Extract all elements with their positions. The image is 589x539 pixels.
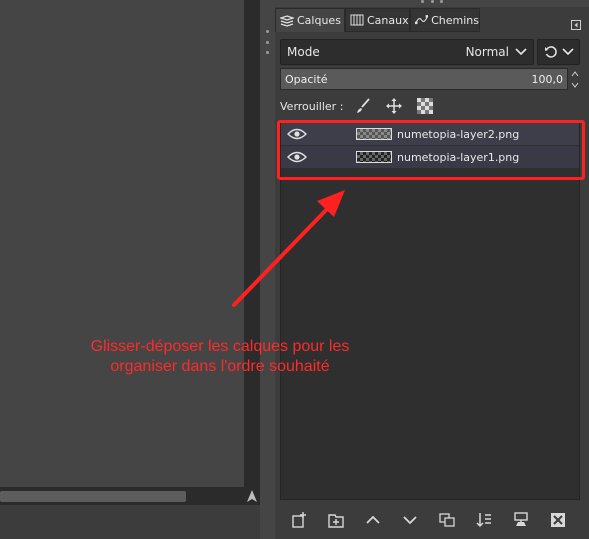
- dock-menu-icon[interactable]: [571, 15, 581, 34]
- lock-pixels-icon[interactable]: [353, 96, 373, 116]
- lock-alpha-icon[interactable]: [415, 96, 435, 116]
- lower-layer-icon[interactable]: [397, 507, 423, 533]
- raise-layer-icon[interactable]: [360, 507, 386, 533]
- reset-icon: [544, 46, 557, 58]
- channels-icon: [350, 14, 364, 26]
- mode-label: Mode: [287, 45, 320, 59]
- layer-name[interactable]: numetopia-layer1.png: [397, 151, 519, 164]
- image-canvas[interactable]: [0, 0, 244, 487]
- dock-tabs: Calques Canaux Chemins: [275, 7, 589, 33]
- lock-label: Verrouiller :: [280, 99, 344, 113]
- spin-up-icon[interactable]: [571, 70, 579, 77]
- layers-list[interactable]: numetopia-layer2.png numetopia-layer1.pn…: [280, 120, 580, 500]
- canvas-vertical-scrollbar[interactable]: [244, 0, 260, 487]
- lock-position-icon[interactable]: [384, 96, 404, 116]
- layer-thumbnail: [356, 128, 392, 140]
- layers-toolbar: [275, 505, 589, 535]
- chevron-down-icon: [515, 48, 527, 56]
- eye-icon[interactable]: [286, 149, 308, 165]
- merge-down-icon[interactable]: [471, 507, 497, 533]
- canvas-horizontal-scrollbar[interactable]: [0, 487, 244, 505]
- layer-thumbnail: [356, 151, 392, 163]
- layer-name[interactable]: numetopia-layer2.png: [397, 128, 519, 141]
- annotation-line-1: Glisser-déposer les calques pour les: [90, 338, 350, 355]
- tab-canaux[interactable]: Canaux: [345, 8, 410, 32]
- eye-icon[interactable]: [286, 126, 308, 142]
- opacity-spinner[interactable]: [570, 68, 580, 90]
- navigate-icon[interactable]: [244, 487, 260, 505]
- layer-row[interactable]: numetopia-layer1.png: [281, 146, 579, 168]
- opacity-value: 100,0: [531, 72, 564, 86]
- tab-chemins[interactable]: Chemins: [410, 8, 480, 32]
- opacity-label: Opacité: [285, 72, 328, 86]
- canvas-status-area: [0, 505, 260, 539]
- anchor-layer-icon[interactable]: [508, 507, 534, 533]
- spin-down-icon[interactable]: [571, 82, 579, 88]
- canvas-hscroll-thumb[interactable]: [0, 491, 186, 502]
- chevron-down-icon: [561, 48, 574, 56]
- opacity-slider[interactable]: Opacité 100,0: [280, 68, 568, 90]
- new-layer-icon[interactable]: [286, 507, 312, 533]
- tab-calques-label: Calques: [297, 14, 341, 27]
- new-layer-group-icon[interactable]: [323, 507, 349, 533]
- layers-dock: Calques Canaux Chemins Mode Normal Opaci…: [275, 7, 589, 539]
- tab-canaux-label: Canaux: [367, 13, 409, 27]
- delete-layer-icon[interactable]: [545, 507, 571, 533]
- mode-value: Normal: [465, 45, 509, 59]
- duplicate-layer-icon[interactable]: [434, 507, 460, 533]
- tab-calques[interactable]: Calques: [275, 8, 345, 32]
- layers-icon: [280, 14, 294, 27]
- tab-chemins-label: Chemins: [431, 13, 479, 27]
- composite-mode-button[interactable]: [537, 39, 580, 65]
- dock-drag-handle[interactable]: [421, 0, 443, 4]
- annotation-line-2: organiser dans l'ordre souhaité: [110, 358, 330, 375]
- annotation-text: Glisser-déposer les calques pour les org…: [30, 337, 410, 377]
- layer-row[interactable]: numetopia-layer2.png: [281, 123, 579, 145]
- mode-dropdown[interactable]: Mode Normal: [280, 39, 534, 65]
- dock-resize-grip[interactable]: [262, 30, 272, 54]
- paths-icon: [415, 15, 429, 25]
